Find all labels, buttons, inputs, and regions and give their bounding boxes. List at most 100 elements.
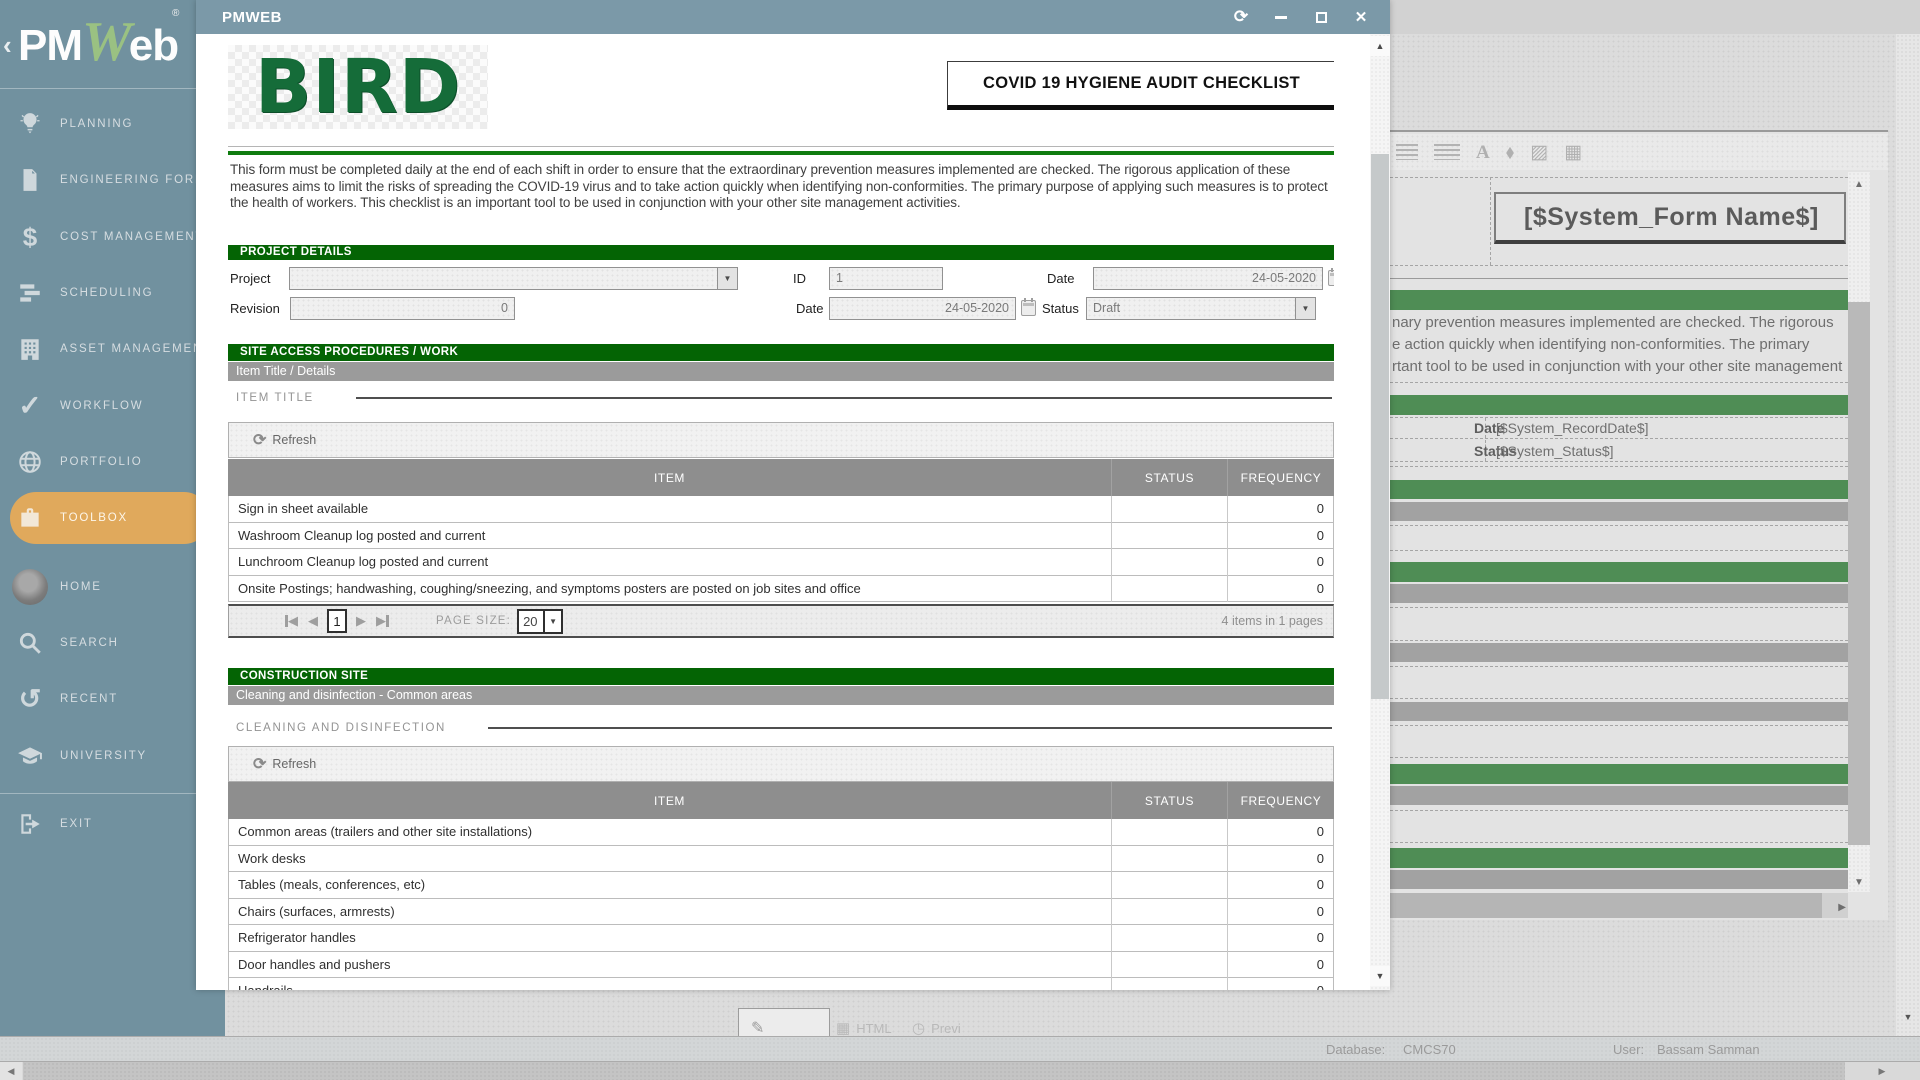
globe-icon xyxy=(0,449,60,475)
table-row[interactable]: Work desks 0 xyxy=(229,846,1333,873)
scroll-up-icon[interactable]: ▲ xyxy=(1848,174,1870,192)
sidebar-item-search[interactable]: SEARCH xyxy=(0,621,225,665)
sidebar-item-recent[interactable]: ↻ RECENT xyxy=(0,677,225,721)
modal-vertical-scrollbar[interactable]: ▲ ▼ xyxy=(1370,34,1390,990)
status-cell xyxy=(1112,819,1228,846)
next-page-button[interactable]: ▶ xyxy=(356,613,366,629)
designer-gridline xyxy=(1390,382,1848,383)
designer-gridline xyxy=(1390,757,1848,758)
date-field[interactable]: 24-05-2020 xyxy=(829,297,1016,320)
scrollbar-thumb[interactable] xyxy=(1848,302,1870,845)
frequency-cell: 0 xyxy=(1228,549,1333,576)
sidebar-item-planning[interactable]: PLANNING xyxy=(0,102,225,146)
sidebar-item-asset-management[interactable]: ASSET MANAGEMENT xyxy=(0,327,225,371)
image-icon[interactable]: ▨ xyxy=(1530,143,1548,162)
table-row[interactable]: Washroom Cleanup log posted and current … xyxy=(229,523,1333,550)
maximize-icon[interactable] xyxy=(1312,8,1330,26)
table-row[interactable]: Common areas (trailers and other site in… xyxy=(229,819,1333,846)
sidebar-item-exit[interactable]: EXIT xyxy=(0,802,225,846)
align-left-icon[interactable] xyxy=(1396,144,1418,160)
table-row[interactable]: Door handles and pushers 0 xyxy=(229,952,1333,979)
scroll-down-icon[interactable]: ▼ xyxy=(1848,872,1870,890)
chevron-down-icon[interactable]: ▼ xyxy=(717,268,737,289)
scroll-down-icon[interactable]: ▼ xyxy=(1370,966,1390,986)
refresh-window-icon[interactable]: ⟳ xyxy=(1232,8,1250,26)
designer-gray-band xyxy=(1390,786,1848,805)
status-cell xyxy=(1112,496,1228,523)
table-row[interactable]: Onsite Postings; handwashing, coughing/s… xyxy=(229,576,1333,603)
sidebar-item-workflow[interactable]: ✓ WORKFLOW xyxy=(0,384,225,428)
page-horizontal-scrollbar[interactable]: ◀ ▶ xyxy=(0,1062,1920,1080)
designer-green-band xyxy=(1390,848,1848,868)
status-select[interactable]: Draft ▼ xyxy=(1086,297,1316,320)
last-page-button[interactable]: ▶ xyxy=(376,613,389,629)
calendar-icon[interactable] xyxy=(1021,300,1036,316)
scroll-down-icon[interactable]: ▼ xyxy=(1896,1012,1920,1022)
id-field[interactable]: 1 xyxy=(829,267,943,290)
refresh-icon[interactable]: ⟳ xyxy=(253,754,266,774)
refresh-icon[interactable]: ⟳ xyxy=(253,430,266,450)
chevron-down-icon[interactable]: ▼ xyxy=(1295,298,1315,319)
table-row[interactable]: Handrails 0 xyxy=(229,978,1333,990)
page-size-label: PAGE SIZE: xyxy=(436,615,511,627)
sidebar-item-home[interactable]: HOME xyxy=(0,565,225,609)
fill-color-icon[interactable]: ⬧ xyxy=(1506,143,1515,162)
sidebar-item-university[interactable]: UNIVERSITY xyxy=(0,734,225,778)
designer-gridline xyxy=(1390,466,1848,467)
scroll-right-icon[interactable]: ▶ xyxy=(1870,1062,1894,1080)
pmweb-logo[interactable]: ‹ PMWeb ® xyxy=(0,8,225,80)
designer-gridline xyxy=(1390,698,1848,699)
refresh-button[interactable]: Refresh xyxy=(272,757,316,771)
sidebar-item-label: UNIVERSITY xyxy=(60,750,147,762)
sidebar-item-label: SEARCH xyxy=(60,637,119,649)
table-row[interactable]: Chairs (surfaces, armrests) 0 xyxy=(229,899,1333,926)
modal-titlebar[interactable]: PMWEB ⟳ ✕ xyxy=(196,0,1390,34)
sidebar-item-scheduling[interactable]: SCHEDULING xyxy=(0,271,225,315)
database-value: CMCS70 xyxy=(1403,1042,1456,1057)
scrollbar-thumb[interactable] xyxy=(23,1062,1845,1080)
page-vertical-scrollbar[interactable]: ▼ xyxy=(1896,34,1920,1036)
scroll-left-icon[interactable]: ◀ xyxy=(0,1062,22,1080)
page-size-select[interactable]: 20 ▼ xyxy=(517,609,563,634)
form-name-placeholder[interactable]: [$System_Form Name$] xyxy=(1494,192,1846,244)
scroll-right-icon[interactable]: ▶ xyxy=(1838,897,1846,915)
refresh-button[interactable]: Refresh xyxy=(272,433,316,447)
sidebar-item-cost-management[interactable]: $ COST MANAGEMENT xyxy=(0,215,225,259)
prev-page-button[interactable]: ◀ xyxy=(308,613,318,629)
designer-gridline xyxy=(1390,525,1848,526)
pager: ◀ ◀ 1 ▶ ▶ PAGE SIZE: 20 ▼ 4 items in 1 p… xyxy=(228,604,1334,638)
collapse-chevron-icon[interactable]: ‹ xyxy=(3,30,12,61)
table-row[interactable]: Sign in sheet available 0 xyxy=(229,496,1333,523)
frequency-cell: 0 xyxy=(1228,523,1333,550)
divider xyxy=(228,146,1334,147)
sidebar-item-engineering-forms[interactable]: ENGINEERING FORMS xyxy=(0,158,225,202)
date-field[interactable]: 24-05-2020 xyxy=(1093,267,1323,290)
sidebar-item-label: RECENT xyxy=(60,693,118,705)
graduation-cap-icon xyxy=(0,743,60,769)
designer-vertical-scrollbar[interactable]: ▲ ▼ xyxy=(1848,172,1870,892)
font-icon[interactable]: A xyxy=(1476,143,1490,162)
project-select[interactable]: ▼ xyxy=(289,267,738,290)
first-page-button[interactable]: ◀ xyxy=(285,613,298,629)
grid-toolbar: ⟳ Refresh xyxy=(228,422,1334,458)
minimize-icon[interactable] xyxy=(1272,8,1290,26)
scroll-up-icon[interactable]: ▲ xyxy=(1370,36,1390,56)
calendar-icon[interactable] xyxy=(1328,270,1334,286)
sidebar-item-toolbox[interactable]: TOOLBOX xyxy=(0,496,225,540)
close-icon[interactable]: ✕ xyxy=(1352,8,1370,26)
scrollbar-thumb[interactable] xyxy=(1390,893,1822,918)
logo-text: eb xyxy=(129,21,178,70)
sidebar-item-portfolio[interactable]: PORTFOLIO xyxy=(0,440,225,484)
scrollbar-thumb[interactable] xyxy=(1371,154,1389,699)
designer-horizontal-scrollbar[interactable]: ▶ xyxy=(1390,893,1848,918)
revision-field[interactable]: 0 xyxy=(290,297,515,320)
table-row[interactable]: Tables (meals, conferences, etc) 0 xyxy=(229,872,1333,899)
justify-icon[interactable] xyxy=(1434,144,1460,160)
designer-gridline xyxy=(1390,810,1848,811)
sidebar-item-label: WORKFLOW xyxy=(60,400,143,412)
table-row[interactable]: Lunchroom Cleanup log posted and current… xyxy=(229,549,1333,576)
table-row[interactable]: Refrigerator handles 0 xyxy=(229,925,1333,952)
table-icon[interactable]: ▦ xyxy=(1564,143,1582,162)
current-page-input[interactable]: 1 xyxy=(327,609,347,633)
designer-text-snippet: nary prevention measures implemented are… xyxy=(1392,312,1848,378)
